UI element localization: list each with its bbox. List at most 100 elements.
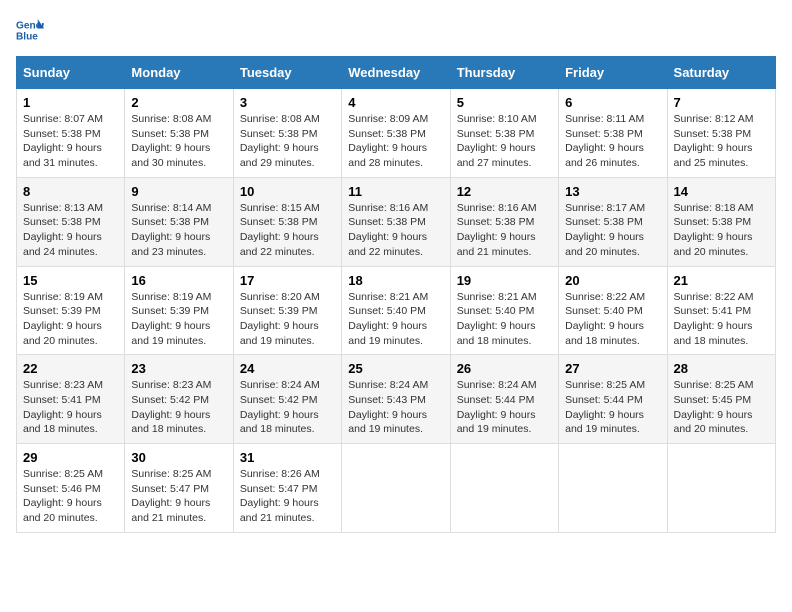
day-cell: 18 Sunrise: 8:21 AMSunset: 5:40 PMDaylig…: [342, 266, 450, 355]
day-cell: 28 Sunrise: 8:25 AMSunset: 5:45 PMDaylig…: [667, 355, 775, 444]
day-detail: Sunrise: 8:10 AMSunset: 5:38 PMDaylight:…: [457, 113, 537, 169]
day-detail: Sunrise: 8:26 AMSunset: 5:47 PMDaylight:…: [240, 468, 320, 524]
day-cell: 26 Sunrise: 8:24 AMSunset: 5:44 PMDaylig…: [450, 355, 558, 444]
day-detail: Sunrise: 8:16 AMSunset: 5:38 PMDaylight:…: [348, 202, 428, 258]
day-number: 30: [131, 450, 226, 465]
col-header-friday: Friday: [559, 57, 667, 89]
day-detail: Sunrise: 8:11 AMSunset: 5:38 PMDaylight:…: [565, 113, 644, 169]
day-detail: Sunrise: 8:19 AMSunset: 5:39 PMDaylight:…: [131, 291, 211, 347]
day-detail: Sunrise: 8:25 AMSunset: 5:46 PMDaylight:…: [23, 468, 103, 524]
day-detail: Sunrise: 8:18 AMSunset: 5:38 PMDaylight:…: [674, 202, 754, 258]
day-detail: Sunrise: 8:25 AMSunset: 5:45 PMDaylight:…: [674, 379, 754, 435]
day-number: 3: [240, 95, 335, 110]
day-number: 15: [23, 273, 118, 288]
day-cell: 14 Sunrise: 8:18 AMSunset: 5:38 PMDaylig…: [667, 177, 775, 266]
day-detail: Sunrise: 8:14 AMSunset: 5:38 PMDaylight:…: [131, 202, 211, 258]
day-detail: Sunrise: 8:20 AMSunset: 5:39 PMDaylight:…: [240, 291, 320, 347]
day-detail: Sunrise: 8:22 AMSunset: 5:41 PMDaylight:…: [674, 291, 754, 347]
day-detail: Sunrise: 8:17 AMSunset: 5:38 PMDaylight:…: [565, 202, 645, 258]
day-cell: 19 Sunrise: 8:21 AMSunset: 5:40 PMDaylig…: [450, 266, 558, 355]
day-number: 4: [348, 95, 443, 110]
day-cell: [559, 444, 667, 533]
day-cell: 31 Sunrise: 8:26 AMSunset: 5:47 PMDaylig…: [233, 444, 341, 533]
day-number: 1: [23, 95, 118, 110]
day-detail: Sunrise: 8:24 AMSunset: 5:43 PMDaylight:…: [348, 379, 428, 435]
day-cell: 7 Sunrise: 8:12 AMSunset: 5:38 PMDayligh…: [667, 89, 775, 178]
day-number: 7: [674, 95, 769, 110]
week-row-3: 15 Sunrise: 8:19 AMSunset: 5:39 PMDaylig…: [17, 266, 776, 355]
day-number: 17: [240, 273, 335, 288]
day-number: 21: [674, 273, 769, 288]
day-number: 31: [240, 450, 335, 465]
day-number: 22: [23, 361, 118, 376]
day-cell: 29 Sunrise: 8:25 AMSunset: 5:46 PMDaylig…: [17, 444, 125, 533]
day-cell: 4 Sunrise: 8:09 AMSunset: 5:38 PMDayligh…: [342, 89, 450, 178]
week-row-2: 8 Sunrise: 8:13 AMSunset: 5:38 PMDayligh…: [17, 177, 776, 266]
day-number: 16: [131, 273, 226, 288]
header: General Blue: [16, 16, 776, 44]
day-cell: 23 Sunrise: 8:23 AMSunset: 5:42 PMDaylig…: [125, 355, 233, 444]
day-number: 26: [457, 361, 552, 376]
day-cell: 12 Sunrise: 8:16 AMSunset: 5:38 PMDaylig…: [450, 177, 558, 266]
day-detail: Sunrise: 8:08 AMSunset: 5:38 PMDaylight:…: [240, 113, 320, 169]
day-number: 14: [674, 184, 769, 199]
week-row-1: 1 Sunrise: 8:07 AMSunset: 5:38 PMDayligh…: [17, 89, 776, 178]
day-detail: Sunrise: 8:25 AMSunset: 5:47 PMDaylight:…: [131, 468, 211, 524]
col-header-sunday: Sunday: [17, 57, 125, 89]
svg-text:Blue: Blue: [16, 31, 38, 42]
day-cell: 9 Sunrise: 8:14 AMSunset: 5:38 PMDayligh…: [125, 177, 233, 266]
day-detail: Sunrise: 8:16 AMSunset: 5:38 PMDaylight:…: [457, 202, 537, 258]
day-number: 8: [23, 184, 118, 199]
day-detail: Sunrise: 8:12 AMSunset: 5:38 PMDaylight:…: [674, 113, 754, 169]
logo: General Blue: [16, 16, 48, 44]
day-number: 19: [457, 273, 552, 288]
day-number: 28: [674, 361, 769, 376]
day-cell: 25 Sunrise: 8:24 AMSunset: 5:43 PMDaylig…: [342, 355, 450, 444]
day-number: 29: [23, 450, 118, 465]
day-cell: [342, 444, 450, 533]
day-number: 24: [240, 361, 335, 376]
day-detail: Sunrise: 8:21 AMSunset: 5:40 PMDaylight:…: [348, 291, 428, 347]
day-cell: 24 Sunrise: 8:24 AMSunset: 5:42 PMDaylig…: [233, 355, 341, 444]
day-cell: 13 Sunrise: 8:17 AMSunset: 5:38 PMDaylig…: [559, 177, 667, 266]
day-cell: 3 Sunrise: 8:08 AMSunset: 5:38 PMDayligh…: [233, 89, 341, 178]
col-header-tuesday: Tuesday: [233, 57, 341, 89]
day-detail: Sunrise: 8:19 AMSunset: 5:39 PMDaylight:…: [23, 291, 103, 347]
col-header-wednesday: Wednesday: [342, 57, 450, 89]
day-cell: 27 Sunrise: 8:25 AMSunset: 5:44 PMDaylig…: [559, 355, 667, 444]
calendar-table: SundayMondayTuesdayWednesdayThursdayFrid…: [16, 56, 776, 533]
day-number: 23: [131, 361, 226, 376]
day-cell: 8 Sunrise: 8:13 AMSunset: 5:38 PMDayligh…: [17, 177, 125, 266]
day-detail: Sunrise: 8:24 AMSunset: 5:42 PMDaylight:…: [240, 379, 320, 435]
day-number: 27: [565, 361, 660, 376]
day-number: 20: [565, 273, 660, 288]
col-header-saturday: Saturday: [667, 57, 775, 89]
day-detail: Sunrise: 8:25 AMSunset: 5:44 PMDaylight:…: [565, 379, 645, 435]
day-cell: 15 Sunrise: 8:19 AMSunset: 5:39 PMDaylig…: [17, 266, 125, 355]
day-number: 13: [565, 184, 660, 199]
day-cell: 17 Sunrise: 8:20 AMSunset: 5:39 PMDaylig…: [233, 266, 341, 355]
day-number: 25: [348, 361, 443, 376]
day-cell: 21 Sunrise: 8:22 AMSunset: 5:41 PMDaylig…: [667, 266, 775, 355]
day-detail: Sunrise: 8:24 AMSunset: 5:44 PMDaylight:…: [457, 379, 537, 435]
week-row-4: 22 Sunrise: 8:23 AMSunset: 5:41 PMDaylig…: [17, 355, 776, 444]
day-cell: 6 Sunrise: 8:11 AMSunset: 5:38 PMDayligh…: [559, 89, 667, 178]
day-detail: Sunrise: 8:13 AMSunset: 5:38 PMDaylight:…: [23, 202, 103, 258]
week-row-5: 29 Sunrise: 8:25 AMSunset: 5:46 PMDaylig…: [17, 444, 776, 533]
day-number: 18: [348, 273, 443, 288]
day-cell: 16 Sunrise: 8:19 AMSunset: 5:39 PMDaylig…: [125, 266, 233, 355]
day-cell: 22 Sunrise: 8:23 AMSunset: 5:41 PMDaylig…: [17, 355, 125, 444]
day-cell: 5 Sunrise: 8:10 AMSunset: 5:38 PMDayligh…: [450, 89, 558, 178]
day-detail: Sunrise: 8:22 AMSunset: 5:40 PMDaylight:…: [565, 291, 645, 347]
day-detail: Sunrise: 8:23 AMSunset: 5:41 PMDaylight:…: [23, 379, 103, 435]
header-row: SundayMondayTuesdayWednesdayThursdayFrid…: [17, 57, 776, 89]
day-cell: 2 Sunrise: 8:08 AMSunset: 5:38 PMDayligh…: [125, 89, 233, 178]
day-number: 2: [131, 95, 226, 110]
day-detail: Sunrise: 8:08 AMSunset: 5:38 PMDaylight:…: [131, 113, 211, 169]
day-cell: 11 Sunrise: 8:16 AMSunset: 5:38 PMDaylig…: [342, 177, 450, 266]
col-header-thursday: Thursday: [450, 57, 558, 89]
day-cell: [450, 444, 558, 533]
day-number: 12: [457, 184, 552, 199]
day-number: 11: [348, 184, 443, 199]
day-detail: Sunrise: 8:07 AMSunset: 5:38 PMDaylight:…: [23, 113, 103, 169]
